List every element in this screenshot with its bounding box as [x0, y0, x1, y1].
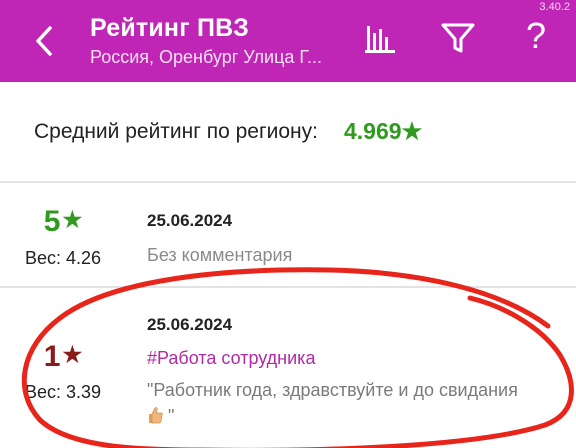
bar-chart-icon	[365, 26, 395, 53]
review-weight: Вес: 3.39	[24, 382, 102, 402]
region-rating-row: Средний рейтинг по региону: 4.969★	[0, 82, 576, 183]
star-icon: ★	[401, 118, 423, 144]
statistics-button[interactable]	[362, 20, 398, 56]
review-comment-end: "	[168, 406, 175, 426]
region-rating-label: Средний рейтинг по региону:	[34, 120, 318, 143]
page-title: Рейтинг ПВЗ	[90, 14, 249, 42]
region-rating-number: 4.969	[344, 118, 402, 144]
review-date: 25.06.2024	[147, 315, 233, 334]
review-tag[interactable]: #Работа сотрудника	[147, 348, 315, 369]
star-icon: ★	[62, 207, 83, 232]
back-button[interactable]	[30, 24, 60, 58]
review-date: 25.06.2024	[147, 211, 233, 230]
region-rating-value: 4.969★	[344, 118, 422, 145]
review-score-number: 1	[43, 340, 61, 373]
app-bar: 3.40.2 Рейтинг ПВЗ Россия, Оренбург Улиц…	[0, 0, 576, 82]
review-score-number: 5	[43, 205, 61, 238]
app-version: 3.40.2	[539, 1, 570, 13]
review-comment-text: "Работник года, здравствуйте и до свидан…	[147, 380, 518, 400]
review-weight: Вес: 4.26	[24, 248, 102, 268]
star-icon: ★	[62, 342, 83, 367]
review-item[interactable]: 1★ Вес: 3.39 25.06.2024 #Работа сотрудни…	[0, 288, 576, 448]
thumbs-up-icon	[147, 405, 163, 424]
filter-icon	[441, 23, 475, 53]
review-score: 5★	[0, 205, 126, 239]
help-button[interactable]: ?	[520, 14, 552, 58]
review-item[interactable]: 5★ Вес: 4.26 25.06.2024 Без комментария	[0, 183, 576, 288]
location-subtitle: Россия, Оренбург Улица Г...	[90, 47, 322, 67]
review-score: 1★	[0, 340, 126, 374]
filter-button[interactable]	[439, 20, 477, 56]
chevron-left-icon	[36, 26, 52, 56]
review-comment: Без комментария	[147, 245, 293, 265]
review-comment: "Работник года, здравствуйте и до свидан…	[147, 377, 557, 429]
